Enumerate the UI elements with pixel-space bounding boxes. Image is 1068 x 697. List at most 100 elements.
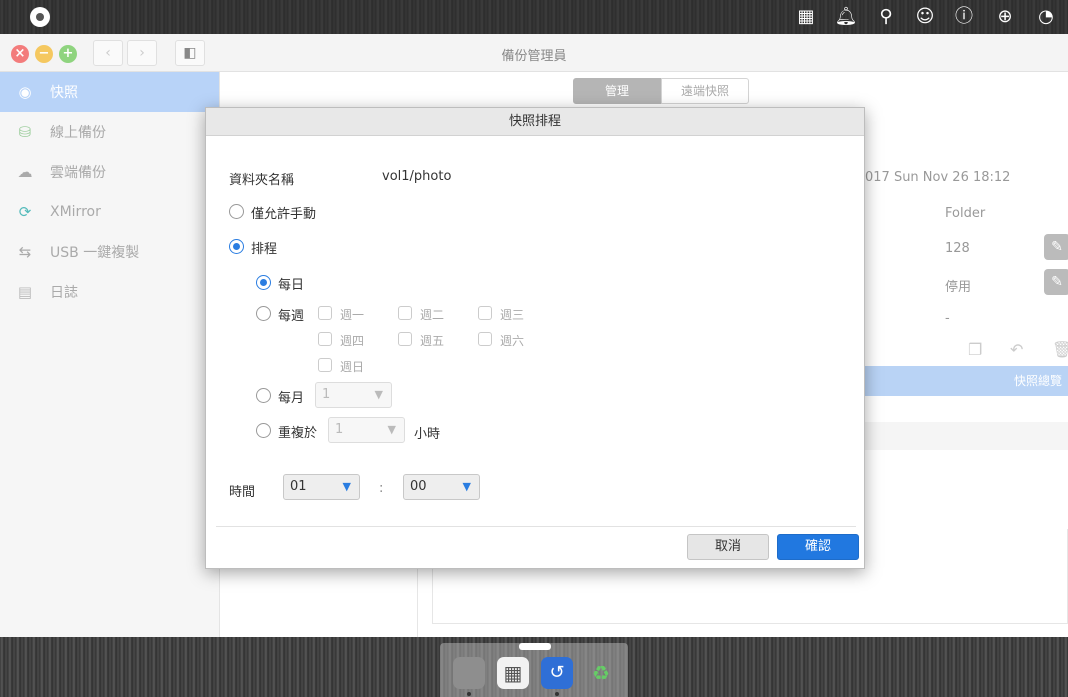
- wednesday-checkbox[interactable]: [478, 306, 492, 320]
- hour-select[interactable]: 01 ▼: [283, 474, 360, 500]
- sidebar-item-label: XMirror: [50, 204, 101, 220]
- camera-icon: ◉: [18, 83, 32, 101]
- monthly-label: 每月: [278, 391, 305, 406]
- snapshot-schedule-dialog: 快照排程 資料夾名稱 vol1/photo 僅允許手動 排程 每日 每週 週一 …: [205, 107, 865, 569]
- edit-pencil-icon[interactable]: ✎: [1044, 234, 1068, 260]
- system-top-bar: ▦ 🔔︎ ⚲ ☺ ⓘ ⊕ ◔: [0, 0, 1068, 34]
- chevron-down-icon: ▼: [462, 480, 471, 493]
- sidebar-item-snapshot[interactable]: ◉ 快照: [0, 72, 219, 112]
- dashboard-gauge-icon[interactable]: ◔: [1034, 5, 1058, 29]
- undo-icon[interactable]: ↶: [1010, 340, 1023, 359]
- time-separator: :: [379, 481, 384, 496]
- tab-remote-snapshot[interactable]: 遠端快照: [661, 78, 749, 104]
- log-icon: ▤: [17, 283, 33, 301]
- usb-icon: ⇆: [18, 243, 32, 261]
- saturday-checkbox[interactable]: [478, 332, 492, 346]
- snapshot-timestamp: 017 Sun Nov 26 18:12: [865, 170, 1011, 185]
- saturday-label: 週六: [500, 334, 525, 348]
- sidebar-item-label: 日誌: [50, 285, 78, 301]
- dialog-title: 快照排程: [206, 108, 864, 136]
- time-label: 時間: [229, 485, 256, 500]
- snapshot-overview-bar[interactable]: 快照總覽: [832, 366, 1068, 396]
- list-row: [832, 422, 1068, 450]
- cloud-backup-icon: ☁: [17, 163, 33, 181]
- control-panel-icon[interactable]: [453, 657, 485, 689]
- snapshot-count-value: 128: [945, 241, 970, 256]
- sidebar-item-label: 線上備份: [50, 125, 106, 141]
- empty-value: -: [945, 311, 950, 326]
- folder-name-label: 資料夾名稱: [229, 173, 295, 188]
- running-indicator: [467, 692, 471, 696]
- folder-type-value: Folder: [945, 206, 986, 221]
- search-icon[interactable]: ⚲: [874, 5, 898, 29]
- daily-radio[interactable]: [256, 275, 271, 290]
- manual-only-radio[interactable]: [229, 204, 244, 219]
- manual-only-label: 僅允許手動: [251, 207, 317, 222]
- hour-value: 01: [290, 479, 307, 494]
- sidebar-item-log[interactable]: ▤ 日誌: [0, 272, 219, 312]
- sidebar-item-usb-copy[interactable]: ⇆ USB 一鍵複製: [0, 232, 219, 272]
- friday-label: 週五: [420, 334, 445, 348]
- apps-grid-icon[interactable]: ▦: [794, 5, 818, 29]
- tuesday-label: 週二: [420, 308, 445, 322]
- monthly-day-value: 1: [322, 387, 331, 402]
- folder-name-value: vol1/photo: [382, 169, 452, 184]
- sidebar-item-label: 雲端備份: [50, 165, 106, 181]
- sunday-label: 週日: [340, 360, 365, 374]
- divider: [216, 526, 856, 527]
- thursday-label: 週四: [340, 334, 365, 348]
- sidebar-item-cloud-backup[interactable]: ☁ 雲端備份: [0, 152, 219, 192]
- minute-value: 00: [410, 479, 427, 494]
- language-globe-icon[interactable]: ⊕: [993, 5, 1017, 29]
- help-icon[interactable]: ⓘ: [952, 5, 976, 29]
- thursday-checkbox[interactable]: [318, 332, 332, 346]
- repeat-hours-value: 1: [335, 422, 344, 437]
- logo-icon[interactable]: [30, 7, 50, 27]
- mirror-icon: ⟳: [18, 203, 32, 221]
- sidebar-item-online-backup[interactable]: ⛁ 線上備份: [0, 112, 219, 152]
- hours-unit-label: 小時: [414, 427, 441, 442]
- monthly-radio[interactable]: [256, 388, 271, 403]
- tab-manage[interactable]: 管理: [573, 78, 661, 104]
- notification-bell-icon[interactable]: 🔔︎: [834, 5, 858, 29]
- running-indicator: [555, 692, 559, 696]
- dock: ▦ ↺ ♻: [440, 643, 628, 697]
- backup-manager-icon[interactable]: ↺: [541, 657, 573, 689]
- wednesday-label: 週三: [500, 308, 525, 322]
- repeat-label: 重複於: [278, 426, 318, 441]
- repeat-radio[interactable]: [256, 423, 271, 438]
- daily-label: 每日: [278, 278, 305, 293]
- friday-checkbox[interactable]: [398, 332, 412, 346]
- schedule-radio[interactable]: [229, 239, 244, 254]
- cancel-button[interactable]: 取消: [687, 534, 769, 560]
- chevron-down-icon: ▼: [342, 480, 351, 493]
- sunday-checkbox[interactable]: [318, 358, 332, 372]
- sidebar: ◉ 快照 ⛁ 線上備份 ☁ 雲端備份 ⟳ XMirror ⇆ USB 一鍵複製 …: [0, 72, 220, 637]
- window-title: 備份管理員: [501, 49, 567, 64]
- schedule-status-value: 停用: [945, 280, 972, 295]
- weekly-label: 每週: [278, 309, 305, 324]
- monday-checkbox[interactable]: [318, 306, 332, 320]
- sidebar-item-xmirror[interactable]: ⟳ XMirror: [0, 192, 219, 232]
- monday-label: 週一: [340, 308, 365, 322]
- window-titlebar: × − + ‹ › ◧ 備份管理員: [0, 34, 1068, 72]
- sidebar-item-label: 快照: [50, 85, 78, 101]
- minute-select[interactable]: 00 ▼: [403, 474, 480, 500]
- chevron-down-icon: ▼: [387, 423, 396, 436]
- schedule-label: 排程: [251, 242, 278, 257]
- recycle-bin-icon[interactable]: ♻: [585, 657, 617, 689]
- weekly-radio[interactable]: [256, 306, 271, 321]
- sidebar-item-label: USB 一鍵複製: [50, 245, 140, 261]
- user-icon[interactable]: ☺: [913, 5, 937, 29]
- monthly-day-select[interactable]: 1 ▼: [315, 382, 392, 408]
- chevron-down-icon: ▼: [374, 388, 383, 401]
- copy-icon[interactable]: ❐: [968, 340, 982, 359]
- dock-handle[interactable]: [519, 643, 551, 650]
- tuesday-checkbox[interactable]: [398, 306, 412, 320]
- online-backup-icon: ⛁: [18, 123, 32, 141]
- repeat-hours-select[interactable]: 1 ▼: [328, 417, 405, 443]
- app-grid-icon[interactable]: ▦: [497, 657, 529, 689]
- edit-pencil-icon[interactable]: ✎: [1044, 269, 1068, 295]
- confirm-button[interactable]: 確認: [777, 534, 859, 560]
- trash-icon[interactable]: 🗑︎: [1052, 340, 1068, 359]
